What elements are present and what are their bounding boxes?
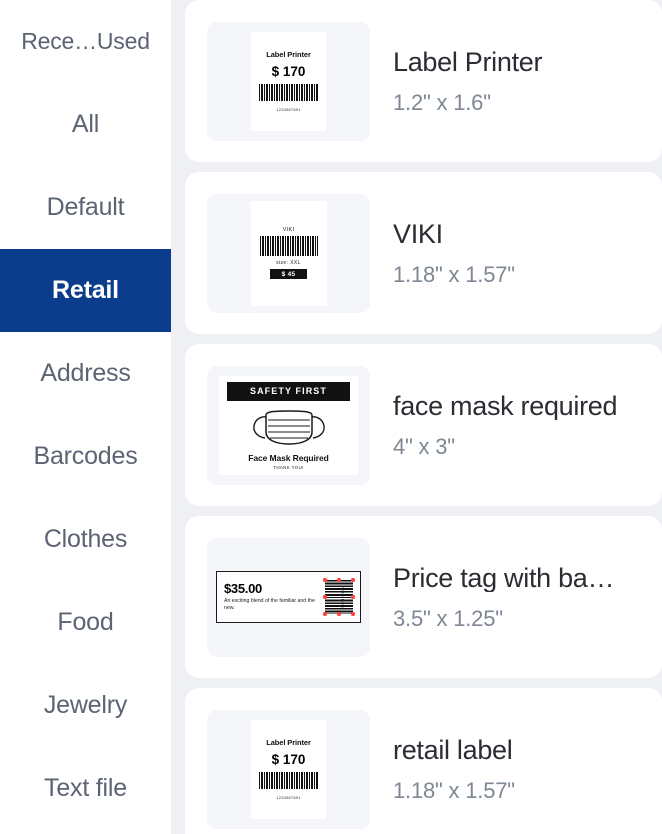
template-list-item[interactable]: Label Printer $ 170 1234567891 retail la…	[185, 688, 662, 834]
template-thumbnail: VIKI size: XXL $ 45	[207, 193, 370, 313]
template-title: Price tag with ba…	[393, 564, 615, 592]
template-title: retail label	[393, 736, 513, 764]
sidebar-item-jewelry[interactable]: Jewelry	[0, 664, 171, 747]
template-list-item[interactable]: Label Printer $ 170 1234567891 Label Pri…	[185, 0, 662, 162]
template-thumbnail: Label Printer $ 170 1234567891	[207, 709, 370, 829]
template-size: 1.18" x 1.57"	[393, 261, 515, 287]
selection-handle-icon[interactable]	[351, 578, 355, 582]
template-browser-screen: Rece…Used All Default Retail Address Bar…	[0, 0, 662, 834]
label-price-text: $ 170	[271, 64, 306, 79]
safety-banner-text: SAFETY FIRST	[227, 381, 350, 401]
sidebar-item-label: Text file	[44, 774, 127, 802]
sidebar-content-divider	[171, 0, 185, 834]
template-meta: retail label 1.18" x 1.57"	[370, 737, 662, 802]
template-meta: face mask required 4" x 3"	[370, 393, 662, 458]
sidebar-item-label: Clothes	[43, 525, 128, 553]
price-tag-preview: $35.00 An exciting blend of the familiar…	[216, 571, 361, 623]
sidebar-item-label: All	[71, 110, 100, 138]
template-size: 4" x 3"	[393, 433, 455, 459]
price-amount-text: $35.00	[224, 580, 262, 596]
template-title: face mask required	[393, 392, 618, 420]
barcode-price-label-preview: Label Printer $ 170 1234567891	[251, 31, 326, 131]
sidebar-item-label: Address	[40, 359, 131, 387]
safety-subcaption-text: THANK YOU!	[273, 464, 304, 470]
label-brand-text: VIKI	[282, 227, 295, 233]
sidebar-item-label: Jewelry	[43, 691, 128, 719]
barcode-icon	[259, 236, 318, 256]
template-title: VIKI	[393, 220, 443, 248]
template-size: 1.2" x 1.6"	[393, 89, 491, 115]
sidebar-item-address[interactable]: Address	[0, 332, 171, 415]
selection-handle-icon[interactable]	[351, 612, 355, 616]
price-description-text: An exciting blend of the familiar and th…	[224, 597, 315, 611]
sidebar-item-clothes[interactable]: Clothes	[0, 498, 171, 581]
template-meta: Label Printer 1.2" x 1.6"	[370, 49, 662, 114]
template-meta: VIKI 1.18" x 1.57"	[370, 221, 662, 286]
category-sidebar: Rece…Used All Default Retail Address Bar…	[0, 0, 171, 834]
sidebar-item-barcodes[interactable]: Barcodes	[0, 415, 171, 498]
sidebar-item-retail[interactable]: Retail	[0, 249, 171, 332]
sidebar-item-label: Barcodes	[33, 442, 138, 470]
sidebar-item-label: Retail	[52, 276, 119, 304]
safety-sign-preview: SAFETY FIRST Face Mask Required THANK YO…	[219, 375, 358, 475]
selection-handle-icon[interactable]	[337, 578, 341, 582]
template-thumbnail: SAFETY FIRST Face Mask Required THANK YO…	[207, 365, 370, 485]
barcode-icon	[325, 580, 353, 614]
template-meta: Price tag with ba… 3.5" x 1.25"	[370, 565, 662, 630]
barcode-caption-text: Product Name	[340, 585, 345, 609]
barcode-price-label-preview: Label Printer $ 170 1234567891	[251, 719, 326, 819]
template-list-item[interactable]: $35.00 An exciting blend of the familiar…	[185, 516, 662, 678]
template-size: 1.18" x 1.57"	[393, 777, 515, 803]
template-title: Label Printer	[393, 48, 543, 76]
template-list-item[interactable]: VIKI size: XXL $ 45 VIKI 1.18" x 1.57"	[185, 172, 662, 334]
sidebar-item-all[interactable]: All	[0, 83, 171, 166]
template-thumbnail: $35.00 An exciting blend of the familiar…	[207, 537, 370, 657]
barcode-icon	[258, 84, 319, 101]
selection-handle-icon[interactable]	[323, 578, 327, 582]
label-size-text: size: XXL	[276, 260, 301, 266]
barcode-digits-text: 1234567891	[276, 107, 301, 112]
sidebar-item-label: Rece…Used	[21, 28, 150, 54]
selection-handle-icon[interactable]	[323, 612, 327, 616]
template-thumbnail: Label Printer $ 170 1234567891	[207, 21, 370, 141]
label-price-text: $ 45	[269, 269, 308, 279]
selection-handle-icon[interactable]	[337, 612, 341, 616]
selection-handle-icon[interactable]	[351, 595, 355, 599]
face-mask-icon	[252, 403, 326, 451]
label-price-text: $ 170	[271, 752, 306, 767]
barcode-digits-text: 1234567891	[276, 795, 301, 800]
price-tag-text-block: $35.00 An exciting blend of the familiar…	[224, 582, 319, 612]
selected-barcode-element[interactable]: Product Name	[323, 578, 355, 616]
sidebar-item-label: Default	[46, 193, 125, 221]
sidebar-item-text-file[interactable]: Text file	[0, 747, 171, 830]
sidebar-item-recently-used[interactable]: Rece…Used	[0, 0, 171, 83]
label-brand-text: Label Printer	[266, 50, 311, 59]
sidebar-item-food[interactable]: Food	[0, 581, 171, 664]
safety-caption-text: Face Mask Required	[248, 452, 329, 463]
label-brand-text: Label Printer	[266, 738, 311, 747]
template-list-item[interactable]: SAFETY FIRST Face Mask Required THANK YO…	[185, 344, 662, 506]
selection-handle-icon[interactable]	[323, 595, 327, 599]
sidebar-item-label: Food	[57, 608, 114, 636]
clothing-barcode-label-preview: VIKI size: XXL $ 45	[250, 200, 327, 306]
template-size: 3.5" x 1.25"	[393, 605, 503, 631]
template-list: Label Printer $ 170 1234567891 Label Pri…	[185, 0, 662, 834]
sidebar-item-default[interactable]: Default	[0, 166, 171, 249]
barcode-icon	[258, 772, 319, 789]
